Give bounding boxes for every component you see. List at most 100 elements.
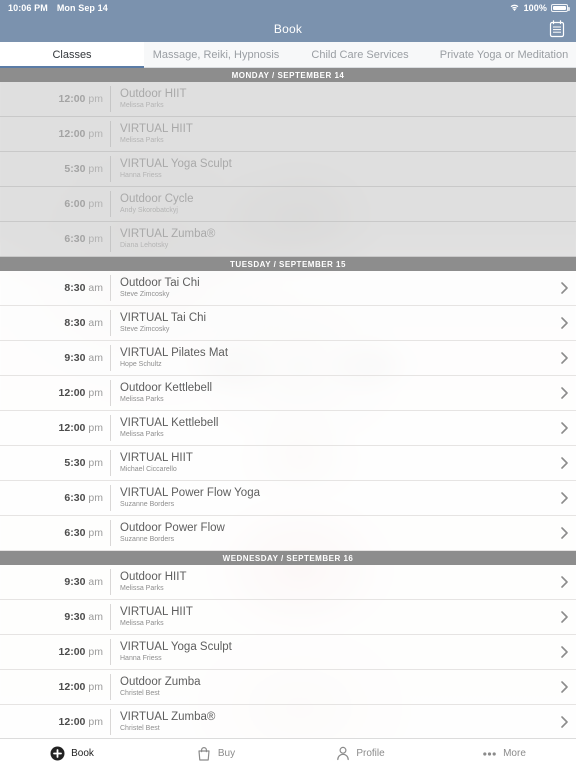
class-row[interactable]: 6:30 pm VIRTUAL Power Flow Yoga Suzanne Bor… xyxy=(0,481,576,516)
class-time-meridiem: pm xyxy=(88,198,103,210)
day-section: MONDAY / SEPTEMBER 14 12:00 pm Outdoor HIIT… xyxy=(0,68,576,257)
class-name: Outdoor HIIT xyxy=(120,570,187,583)
class-row[interactable]: 9:30 am Outdoor HIIT Melissa Parks xyxy=(0,565,576,600)
bottom-nav-label: Profile xyxy=(356,748,385,759)
class-row: 6:30 pm VIRTUAL Zumba® Diana Lehotsky xyxy=(0,222,576,257)
class-time-value: 6:30 xyxy=(64,233,86,245)
battery-full-icon xyxy=(551,4,570,12)
class-row: 12:00 pm VIRTUAL HIIT Melissa Parks xyxy=(0,117,576,152)
tab-child-care-services[interactable]: Child Care Services xyxy=(288,42,432,67)
chevron-right-icon[interactable] xyxy=(552,306,576,340)
person-icon xyxy=(335,746,350,761)
class-row[interactable]: 12:00 pm VIRTUAL Zumba® Christel Best xyxy=(0,705,576,738)
class-time-value: 6:30 xyxy=(64,527,86,539)
bottom-nav-buy[interactable]: Buy xyxy=(144,746,288,761)
class-info: VIRTUAL HIIT Melissa Parks xyxy=(111,117,552,151)
class-row[interactable]: 8:30 am Outdoor Tai Chi Steve Zimcosky xyxy=(0,271,576,306)
class-name: Outdoor HIIT xyxy=(120,87,187,100)
class-time-meridiem: am xyxy=(88,576,103,588)
class-name: VIRTUAL Pilates Mat xyxy=(120,346,229,359)
class-time-value: 9:30 xyxy=(64,352,86,364)
class-row[interactable]: 12:00 pm VIRTUAL Kettlebell Melissa Parks xyxy=(0,411,576,446)
class-time-meridiem: pm xyxy=(88,527,103,539)
class-info: VIRTUAL Pilates Mat Hope Schultz xyxy=(111,341,552,375)
chevron-right-icon[interactable] xyxy=(552,705,576,738)
class-name: VIRTUAL Yoga Sculpt xyxy=(120,157,232,170)
chevron-right-icon[interactable] xyxy=(552,670,576,704)
wifi-icon xyxy=(509,3,520,14)
status-bar-left: 10:06 PM Mon Sep 14 xyxy=(8,3,108,13)
class-info: VIRTUAL Yoga Sculpt Hanna Friess xyxy=(111,635,552,669)
class-instructor: Michael Ciccarello xyxy=(120,465,177,473)
class-time: 9:30 am xyxy=(0,565,110,599)
chevron-right-icon[interactable] xyxy=(552,411,576,445)
page-title: Book xyxy=(273,22,303,36)
class-name: Outdoor Power Flow xyxy=(120,521,225,534)
class-time-value: 8:30 xyxy=(64,317,86,329)
bottom-nav-book[interactable]: Book xyxy=(0,746,144,761)
class-time: 6:30 pm xyxy=(0,222,110,256)
ellipsis-icon xyxy=(482,746,497,761)
class-row: 5:30 pm VIRTUAL Yoga Sculpt Hanna Friess xyxy=(0,152,576,187)
class-instructor: Suzanne Borders xyxy=(120,535,175,543)
bottom-nav-profile[interactable]: Profile xyxy=(288,746,432,761)
tab-classes[interactable]: Classes xyxy=(0,42,144,68)
class-row[interactable]: 8:30 am VIRTUAL Tai Chi Steve Zimcosky xyxy=(0,306,576,341)
class-instructor: Suzanne Borders xyxy=(120,500,175,508)
class-row[interactable]: 12:00 pm VIRTUAL Yoga Sculpt Hanna Friess xyxy=(0,635,576,670)
chevron-right-icon[interactable] xyxy=(552,565,576,599)
class-instructor: Diana Lehotsky xyxy=(120,241,169,249)
shopping-bag-icon xyxy=(197,746,212,761)
class-instructor: Christel Best xyxy=(120,724,160,732)
class-row[interactable]: 6:30 pm Outdoor Power Flow Suzanne Borders xyxy=(0,516,576,551)
class-time-meridiem: am xyxy=(88,352,103,364)
class-row[interactable]: 12:00 pm Outdoor Kettlebell Melissa Parks xyxy=(0,376,576,411)
chevron-right-icon[interactable] xyxy=(552,376,576,410)
class-time: 8:30 am xyxy=(0,306,110,340)
class-time-value: 9:30 xyxy=(64,611,86,623)
class-instructor: Hope Schultz xyxy=(120,360,162,368)
class-row[interactable]: 5:30 pm VIRTUAL HIIT Michael Ciccarello xyxy=(0,446,576,481)
category-tab-bar: Classes Massage, Reiki, Hypnosis Child Car… xyxy=(0,42,576,68)
class-instructor: Steve Zimcosky xyxy=(120,290,170,298)
class-time-meridiem: pm xyxy=(88,492,103,504)
class-time-meridiem: am xyxy=(88,317,103,329)
class-info: Outdoor HIIT Melissa Parks xyxy=(111,565,552,599)
class-time-meridiem: pm xyxy=(88,233,103,245)
class-time-meridiem: pm xyxy=(88,128,103,140)
class-time-value: 6:30 xyxy=(64,492,86,504)
class-name: VIRTUAL HIIT xyxy=(120,451,193,464)
chevron-right-icon[interactable] xyxy=(552,481,576,515)
class-row[interactable]: 9:30 am VIRTUAL Pilates Mat Hope Schultz xyxy=(0,341,576,376)
class-time: 12:00 pm xyxy=(0,82,110,116)
class-instructor: Melissa Parks xyxy=(120,584,164,592)
class-time: 5:30 pm xyxy=(0,446,110,480)
status-time: 10:06 PM xyxy=(8,3,48,13)
class-time: 9:30 am xyxy=(0,341,110,375)
chevron-right-icon[interactable] xyxy=(552,446,576,480)
class-row[interactable]: 12:00 pm Outdoor Zumba Christel Best xyxy=(0,670,576,705)
chevron-right-icon[interactable] xyxy=(552,635,576,669)
class-time-meridiem: pm xyxy=(88,681,103,693)
class-info: Outdoor Tai Chi Steve Zimcosky xyxy=(111,271,552,305)
class-time-meridiem: pm xyxy=(88,457,103,469)
chevron-right-icon[interactable] xyxy=(552,271,576,305)
schedule-scroll-area[interactable]: MONDAY / SEPTEMBER 14 12:00 pm Outdoor HIIT… xyxy=(0,68,576,738)
class-name: VIRTUAL Yoga Sculpt xyxy=(120,640,232,653)
chevron-right-icon[interactable] xyxy=(552,341,576,375)
class-instructor: Andy Skorobatckyj xyxy=(120,206,178,214)
class-time-value: 12:00 xyxy=(58,387,86,399)
calendar-icon[interactable] xyxy=(546,18,568,40)
class-time: 12:00 pm xyxy=(0,670,110,704)
class-info: Outdoor Cycle Andy Skorobatckyj xyxy=(111,187,552,221)
tab-private-yoga-or-meditation[interactable]: Private Yoga or Meditation xyxy=(432,42,576,67)
bottom-nav-more[interactable]: More xyxy=(432,746,576,761)
chevron-right-icon[interactable] xyxy=(552,600,576,634)
class-info: VIRTUAL Kettlebell Melissa Parks xyxy=(111,411,552,445)
class-row[interactable]: 9:30 am VIRTUAL HIIT Melissa Parks xyxy=(0,600,576,635)
chevron-right-icon[interactable] xyxy=(552,516,576,550)
class-instructor: Melissa Parks xyxy=(120,101,164,109)
tab-massage-reiki-hypnosis[interactable]: Massage, Reiki, Hypnosis xyxy=(144,42,288,67)
class-name: VIRTUAL Tai Chi xyxy=(120,311,207,324)
class-time-meridiem: pm xyxy=(88,163,103,175)
